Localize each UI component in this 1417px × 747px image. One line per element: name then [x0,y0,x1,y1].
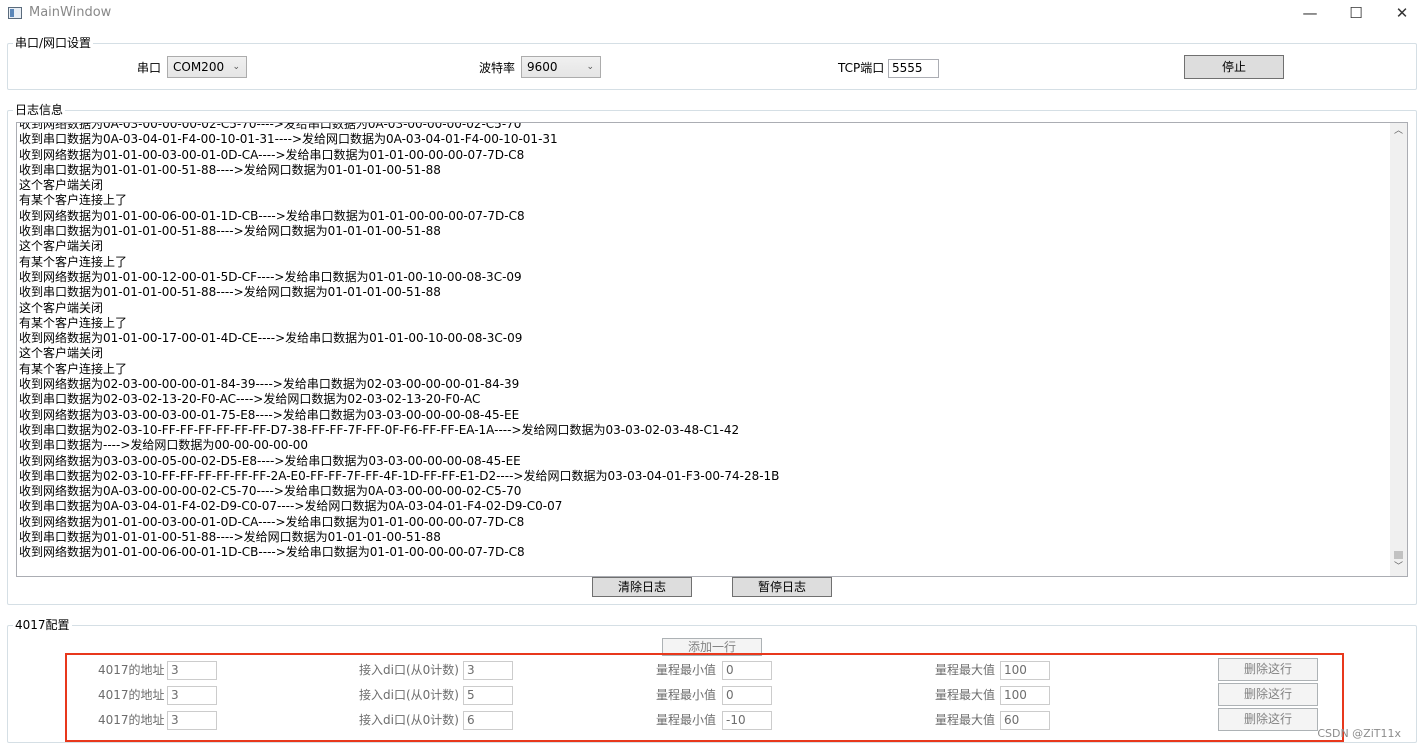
maximize-button[interactable]: ☐ [1333,0,1379,28]
scroll-up-icon[interactable]: ︿ [1390,123,1407,140]
chevron-down-icon: ⌄ [586,62,594,72]
log-line: 收到串口数据为0A-03-04-01-F4-02-D9-C0-07---->发给… [19,499,563,514]
log-line: 收到网络数据为01-01-00-12-00-01-5D-CF---->发给串口数… [19,269,522,284]
log-line: 收到网络数据为01-01-00-06-00-01-1D-CB---->发给串口数… [19,545,525,560]
chevron-down-icon: ⌄ [232,62,240,72]
log-line: 这个客户端关闭 [19,239,104,254]
scroll-thumb[interactable] [1394,551,1403,559]
scroll-down-icon[interactable]: ﹀ [1390,559,1407,576]
log-line: 收到网络数据为01-01-00-03-00-01-0D-CA---->发给串口数… [19,514,525,529]
log-line: 收到串口数据为02-03-10-FF-FF-FF-FF-FF-FF-D7-38-… [19,422,740,437]
log-line: 收到网络数据为03-03-00-05-00-02-D5-E8---->发给串口数… [19,453,521,468]
log-line: 收到网络数据为02-03-00-00-00-01-84-39---->发给串口数… [19,377,520,392]
baud-rate-label: 波特率 [479,61,516,75]
log-line: 收到网络数据为01-01-00-03-00-01-0D-CA---->发给串口数… [19,147,525,162]
baud-rate-value: 9600 [527,60,558,74]
log-group-title: 日志信息 [13,102,66,118]
log-line: 收到网络数据为01-01-00-17-00-01-4D-CE---->发给串口数… [19,331,523,346]
log-scrollbar[interactable]: ︿ ﹀ [1390,123,1407,576]
log-line: 有某个客户连接上了 [19,193,128,208]
log-line: 这个客户端关闭 [19,346,104,361]
log-line: 收到网络数据为03-03-00-03-00-01-75-E8---->发给串口数… [19,407,520,422]
log-textarea[interactable]: 收到网络数据为0A-03-00-00-00-02-C5-70---->发给串口数… [16,122,1408,577]
highlight-box [65,653,1344,742]
title-bar: MainWindow — ☐ ✕ [0,0,1417,28]
log-line: 收到串口数据为01-01-01-00-51-88---->发给网口数据为01-0… [19,162,441,177]
log-line: 有某个客户连接上了 [19,315,128,330]
stop-button[interactable]: 停止 [1184,55,1284,79]
tcp-port-input[interactable]: 5555 [888,59,939,78]
minimize-button[interactable]: — [1287,0,1333,28]
pause-log-button[interactable]: 暂停日志 [732,577,832,597]
settings-group-title: 串口/网口设置 [13,35,94,51]
log-line: 这个客户端关闭 [19,300,104,315]
log-line: 收到网络数据为01-01-00-06-00-01-1D-CB---->发给串口数… [19,208,525,223]
clear-log-button[interactable]: 清除日志 [592,577,692,597]
log-line: 收到串口数据为01-01-01-00-51-88---->发给网口数据为01-0… [19,285,441,300]
serial-port-label: 串口 [137,61,162,75]
log-line: 收到网络数据为0A-03-00-00-00-02-C5-70---->发给串口数… [19,484,522,499]
log-line: 收到串口数据为02-03-02-13-20-F0-AC---->发给网口数据为0… [19,392,481,407]
window-title: MainWindow [29,5,112,20]
serial-port-combo[interactable]: COM200 ⌄ [167,56,247,78]
log-line: 收到网络数据为0A-03-00-00-00-02-C5-70---->发给串口数… [19,122,522,131]
log-line: 收到串口数据为02-03-10-FF-FF-FF-FF-FF-FF-2A-E0-… [19,468,780,483]
baud-rate-combo[interactable]: 9600 ⌄ [521,56,601,78]
app-window-icon [8,7,22,19]
log-line: 有某个客户连接上了 [19,361,128,376]
config-group-title: 4017配置 [13,617,72,633]
log-line: 这个客户端关闭 [19,178,104,193]
watermark: CSDN @ZiT11x [1317,727,1401,740]
log-line: 收到串口数据为01-01-01-00-51-88---->发给网口数据为01-0… [19,530,441,545]
log-line: 收到串口数据为---->发给网口数据为00-00-00-00-00 [19,438,309,453]
close-button[interactable]: ✕ [1379,0,1417,28]
tcp-port-label: TCP端口 [838,61,885,75]
log-line: 收到串口数据为01-01-01-00-51-88---->发给网口数据为01-0… [19,224,441,239]
log-line: 收到串口数据为0A-03-04-01-F4-00-10-01-31---->发给… [19,132,558,147]
log-lines: 收到网络数据为0A-03-00-00-00-02-C5-70---->发给串口数… [19,122,1389,561]
log-line: 有某个客户连接上了 [19,254,128,269]
serial-port-value: COM200 [173,60,225,74]
